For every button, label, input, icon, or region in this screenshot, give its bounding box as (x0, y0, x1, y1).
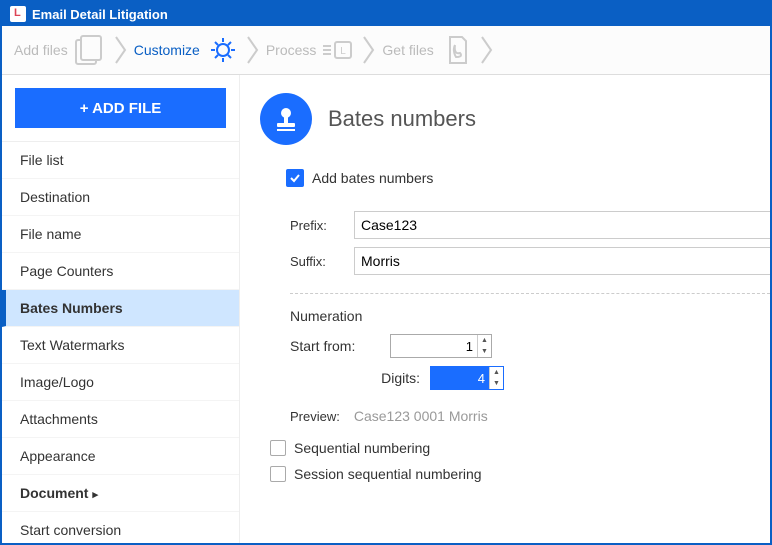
window-title: Email Detail Litigation (32, 7, 168, 22)
step-label: Add files (14, 42, 68, 58)
spinner-down-icon[interactable]: ▼ (478, 346, 491, 357)
page-title: Bates numbers (328, 106, 476, 132)
suffix-label: Suffix: (290, 254, 350, 269)
process-icon: L (320, 32, 358, 68)
app-window: Email Detail Litigation Add files Custom… (0, 0, 772, 545)
gear-icon (204, 32, 242, 68)
preview-value: Case123 0001 Morris (354, 408, 488, 424)
start-from-row: Start from: ▲ ▼ (290, 334, 770, 358)
app-logo-icon (10, 6, 26, 22)
session-sequential-row: Session sequential numbering (270, 466, 770, 482)
spinner-arrows: ▲ ▼ (489, 367, 503, 389)
digits-input[interactable] (431, 367, 489, 389)
preview-label: Preview: (290, 409, 340, 424)
numeration-title: Numeration (290, 308, 770, 324)
start-from-input[interactable] (391, 335, 477, 357)
start-from-spinner[interactable]: ▲ ▼ (390, 334, 492, 358)
chevron-icon (362, 35, 376, 65)
prefix-row: Prefix: (290, 211, 770, 239)
add-bates-row: Add bates numbers (286, 169, 770, 187)
sidebar-item-page-counters[interactable]: Page Counters (2, 253, 239, 290)
session-sequential-checkbox[interactable] (270, 466, 286, 482)
add-bates-checkbox[interactable] (286, 169, 304, 187)
step-bar: Add files Customize Process L Get files (2, 26, 770, 75)
digits-spinner[interactable]: ▲ ▼ (430, 366, 504, 390)
add-file-button[interactable]: + ADD FILE (15, 88, 226, 128)
sidebar-item-text-watermarks[interactable]: Text Watermarks (2, 327, 239, 364)
step-label: Process (266, 42, 317, 58)
step-label: Customize (134, 42, 200, 58)
sidebar: + ADD FILE File list Destination File na… (2, 75, 240, 545)
title-bar: Email Detail Litigation (2, 2, 770, 26)
prefix-input[interactable] (354, 211, 770, 239)
spinner-up-icon[interactable]: ▲ (490, 367, 503, 378)
sidebar-item-file-name[interactable]: File name (2, 216, 239, 253)
suffix-input[interactable] (354, 247, 770, 275)
add-bates-label: Add bates numbers (312, 170, 433, 186)
step-process[interactable]: Process L (266, 32, 361, 68)
step-customize[interactable]: Customize (134, 32, 244, 68)
svg-text:L: L (341, 46, 347, 57)
spinner-up-icon[interactable]: ▲ (478, 335, 491, 346)
main-header: Bates numbers (260, 93, 770, 145)
step-get-files[interactable]: Get files (382, 32, 477, 68)
digits-row: Digits: ▲ ▼ (320, 366, 770, 390)
prefix-label: Prefix: (290, 218, 350, 233)
chevron-icon (480, 35, 494, 65)
sidebar-item-appearance[interactable]: Appearance (2, 438, 239, 475)
sidebar-item-bates-numbers[interactable]: Bates Numbers (2, 290, 239, 327)
step-label: Get files (382, 42, 433, 58)
spinner-arrows: ▲ ▼ (477, 335, 491, 357)
stamp-icon (260, 93, 312, 145)
sidebar-item-file-list[interactable]: File list (2, 142, 239, 179)
sidebar-item-document[interactable]: Document (2, 475, 239, 512)
sequential-row: Sequential numbering (270, 440, 770, 456)
pdf-icon (438, 32, 476, 68)
digits-label: Digits: (320, 370, 420, 386)
suffix-row: Suffix: (290, 247, 770, 275)
preview-row: Preview: Case123 0001 Morris (290, 408, 770, 424)
sequential-label: Sequential numbering (294, 440, 430, 456)
chevron-icon (246, 35, 260, 65)
body: + ADD FILE File list Destination File na… (2, 75, 770, 545)
add-files-icon (72, 32, 110, 68)
sidebar-item-attachments[interactable]: Attachments (2, 401, 239, 438)
sidebar-item-start-conversion[interactable]: Start conversion (2, 512, 239, 545)
step-add-files[interactable]: Add files (14, 32, 112, 68)
divider (290, 293, 770, 294)
main-panel: Bates numbers Add bates numbers Prefix: … (240, 75, 770, 545)
session-sequential-label: Session sequential numbering (294, 466, 482, 482)
sidebar-item-image-logo[interactable]: Image/Logo (2, 364, 239, 401)
sequential-checkbox[interactable] (270, 440, 286, 456)
spinner-down-icon[interactable]: ▼ (490, 378, 503, 389)
sidebar-list: File list Destination File name Page Cou… (2, 141, 239, 545)
start-from-label: Start from: (290, 338, 390, 354)
sidebar-item-destination[interactable]: Destination (2, 179, 239, 216)
chevron-icon (114, 35, 128, 65)
form-area: Add bates numbers Prefix: Suffix: Numera… (260, 169, 770, 482)
